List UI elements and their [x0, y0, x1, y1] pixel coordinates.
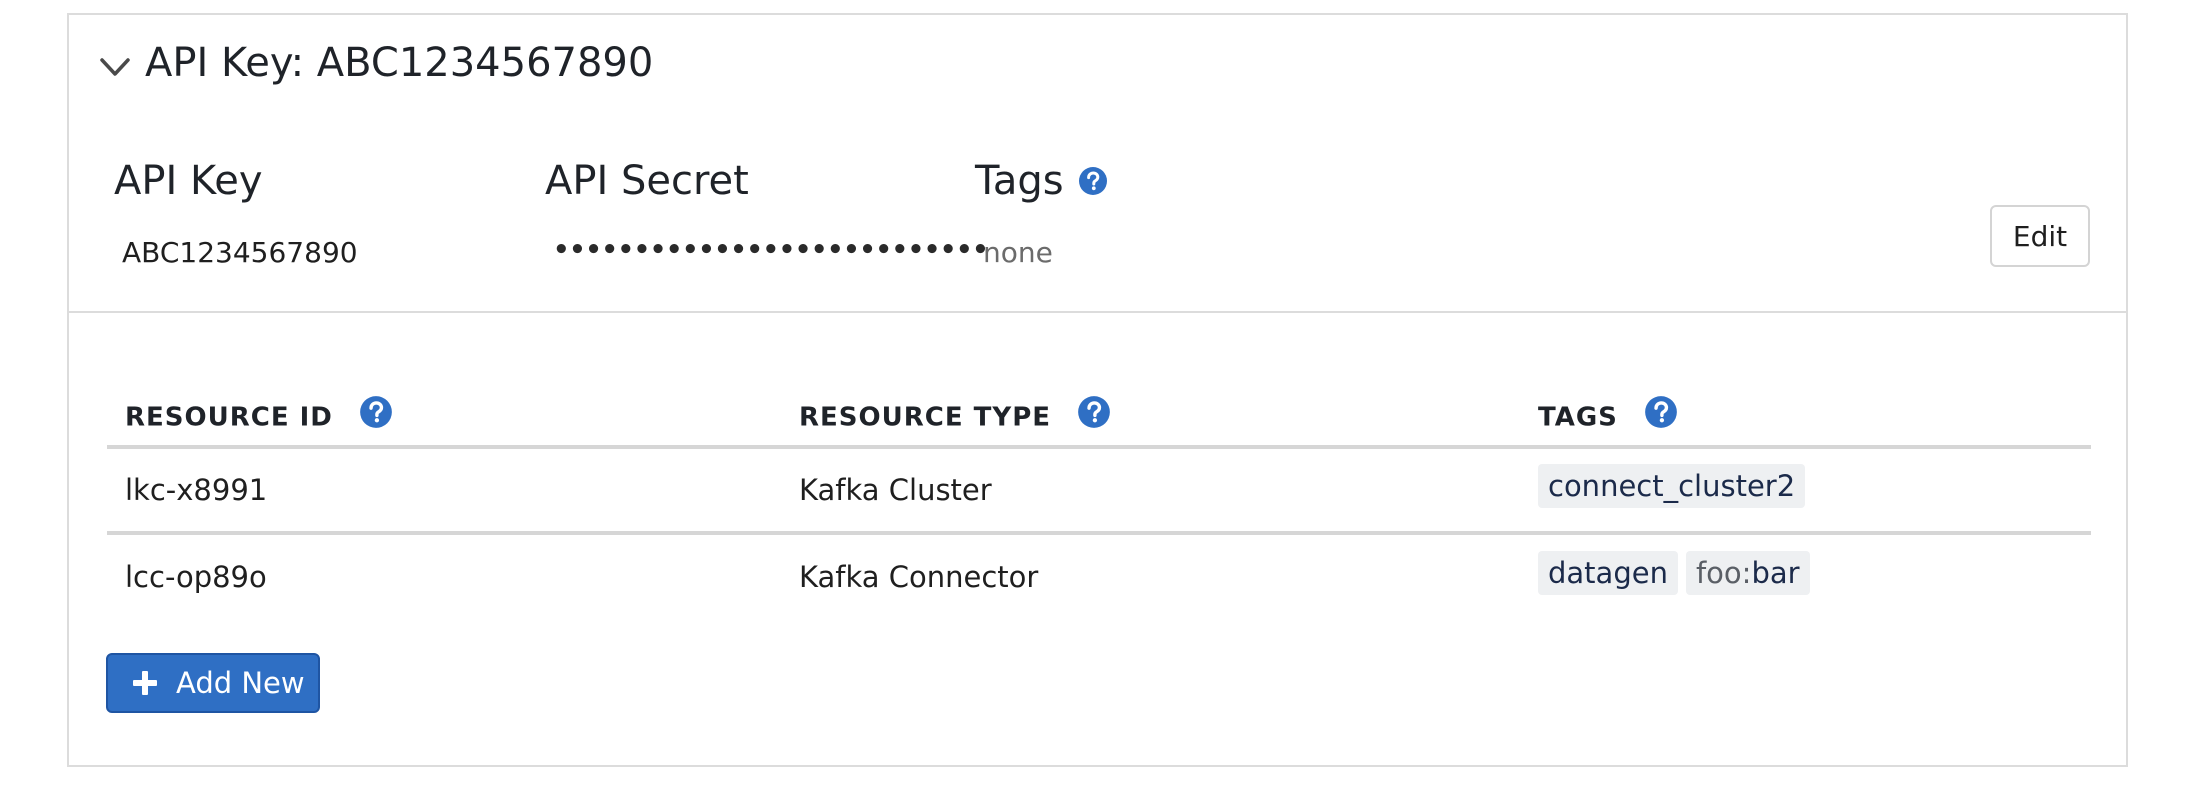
cell-tags: datagen foo:bar	[1520, 533, 2091, 619]
tag-value: connect_cluster2	[1548, 469, 1796, 503]
help-icon[interactable]	[1644, 395, 1678, 429]
cell-tags: connect_cluster2	[1520, 447, 2091, 535]
plus-icon	[133, 671, 157, 695]
help-icon[interactable]	[1078, 166, 1108, 196]
header-tags: TAGS	[1520, 375, 2091, 449]
api-key-value: ABC1234567890	[122, 236, 358, 269]
help-icon[interactable]	[1077, 395, 1111, 429]
edit-button[interactable]: Edit	[1990, 205, 2090, 267]
api-secret-field: API Secret •••••••••••••••••••••••••••	[545, 157, 989, 272]
header-resource-type: RESOURCE TYPE	[781, 375, 1520, 449]
cell-resource-type: Kafka Connector	[799, 560, 1039, 594]
header-resource-type-label: RESOURCE TYPE	[799, 402, 1052, 433]
section-divider	[69, 311, 2126, 313]
api-key-field: API Key ABC1234567890	[114, 157, 358, 271]
tag-separator: :	[1741, 556, 1752, 590]
cell-resource-id: lkc-x8991	[107, 447, 781, 535]
resource-table: RESOURCE ID RESOURCE TYPE TAGS lkc-x8991…	[107, 375, 2091, 619]
tag-key: foo	[1695, 556, 1742, 590]
panel-title: API Key: ABC1234567890	[145, 40, 654, 86]
api-secret-masked: •••••••••••••••••••••••••••	[553, 235, 989, 265]
tag-chip: datagen	[1538, 551, 1678, 595]
cell-resource-id: lcc-op89o	[125, 560, 267, 594]
tags-value: none	[983, 236, 1053, 269]
tag-value: bar	[1751, 556, 1800, 590]
tag-chip: foo:bar	[1685, 551, 1810, 595]
chevron-down-icon[interactable]	[97, 49, 133, 85]
add-new-label: Add New	[176, 666, 305, 700]
tag-chip: connect_cluster2	[1538, 464, 1806, 508]
api-secret-value: •••••••••••••••••••••••••••	[545, 235, 989, 272]
panel-header[interactable]: API Key: ABC1234567890	[69, 15, 2126, 105]
header-resource-id-label: RESOURCE ID	[125, 402, 333, 433]
header-tags-label: TAGS	[1538, 402, 1618, 433]
tags-label-row: Tags	[975, 157, 1108, 205]
api-secret-label: API Secret	[545, 158, 749, 204]
table-row: lkc-x8991 Kafka Cluster connect_cluster2	[107, 447, 2091, 535]
table-header-row: RESOURCE ID RESOURCE TYPE TAGS	[107, 375, 2091, 449]
header-resource-id: RESOURCE ID	[107, 375, 781, 449]
help-icon[interactable]	[359, 395, 393, 429]
cell-resource-type: Kafka Cluster	[781, 447, 1520, 535]
add-new-button[interactable]: Add New	[106, 653, 320, 713]
api-key-label: API Key	[114, 158, 263, 204]
api-key-panel: API Key: ABC1234567890 API Key ABC123456…	[67, 13, 2128, 767]
tag-value: datagen	[1548, 556, 1668, 590]
table-row: lcc-op89o Kafka Connector datagen foo:ba…	[107, 533, 2091, 619]
tags-label: Tags	[975, 158, 1064, 204]
tags-field: Tags none	[975, 157, 1108, 271]
